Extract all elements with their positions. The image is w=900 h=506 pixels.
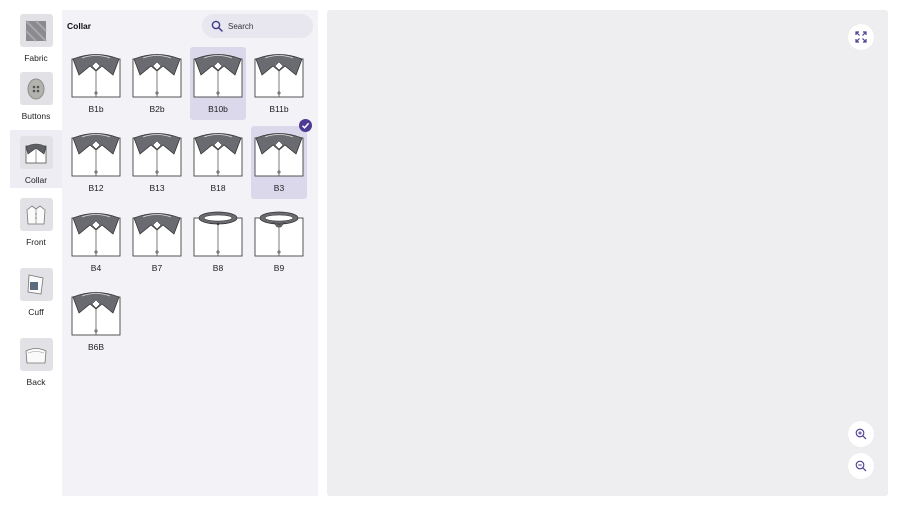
category-label: Cuff (28, 307, 44, 317)
collar-thumbnail (132, 54, 182, 98)
collar-option-b4[interactable]: B4 (68, 206, 124, 279)
collar-thumbnail (132, 213, 182, 257)
search-icon (211, 20, 223, 32)
collar-option-label: B18 (210, 183, 226, 193)
collar-option-b13[interactable]: B13 (129, 126, 185, 199)
preview-canvas[interactable] (327, 10, 888, 496)
collar-panel: Collar B1b B2b (62, 10, 318, 496)
collar-option-b10b[interactable]: B10b (190, 47, 246, 120)
collar-option-label: B2b (149, 104, 165, 114)
shirt-back-icon (19, 338, 53, 371)
collar-option-b8[interactable]: B8 (190, 206, 246, 279)
category-label: Collar (24, 175, 48, 185)
collar-thumbnail (254, 133, 304, 177)
collar-option-label: B3 (273, 183, 285, 193)
collar-option-b3[interactable]: B3 (251, 126, 307, 199)
collar-option-b18[interactable]: B18 (190, 126, 246, 199)
collar-option-b7[interactable]: B7 (129, 206, 185, 279)
category-label: Back (26, 377, 46, 387)
collar-option-label: B7 (151, 263, 163, 273)
zoom-out-button[interactable] (848, 453, 874, 479)
collar-thumbnail (71, 54, 121, 98)
fullscreen-button[interactable] (848, 24, 874, 50)
collar-option-b1b[interactable]: B1b (68, 47, 124, 120)
collar-option-label: B13 (149, 183, 165, 193)
collar-thumbnail (193, 54, 243, 98)
collar-thumbnail (254, 211, 304, 257)
category-nav: Fabric Buttons Collar Front Cuff Back (10, 8, 62, 498)
collar-option-label: B12 (88, 183, 104, 193)
collar-option-b11b[interactable]: B11b (251, 47, 307, 120)
category-label: Front (26, 237, 46, 247)
collar-option-b9[interactable]: B9 (251, 206, 307, 279)
collar-option-label: B9 (273, 263, 285, 273)
collar-option-label: B1b (88, 104, 104, 114)
collar-option-label: B4 (90, 263, 102, 273)
collar-option-label: B10b (208, 104, 228, 114)
collar-thumbnail (71, 213, 121, 257)
category-label: Fabric (24, 53, 48, 63)
collar-thumbnail (132, 133, 182, 177)
category-buttons[interactable]: Buttons (10, 66, 62, 130)
collar-thumbnail (71, 133, 121, 177)
search-input[interactable] (228, 21, 308, 31)
collar-option-label: B8 (212, 263, 224, 273)
button-icon (19, 72, 53, 105)
collar-option-b12[interactable]: B12 (68, 126, 124, 199)
collar-thumbnail (254, 54, 304, 98)
collar-thumbnail (71, 292, 121, 336)
shirt-front-icon (19, 198, 53, 231)
zoom-in-icon (855, 428, 867, 440)
collar-option-label: B11b (269, 104, 289, 114)
collar-option-label: B6B (87, 342, 105, 352)
collar-option-b6b[interactable]: B6B (68, 285, 124, 358)
category-label: Buttons (21, 111, 51, 121)
zoom-out-icon (855, 460, 867, 472)
expand-icon (855, 31, 867, 43)
collar-thumbnail (193, 211, 243, 257)
panel-title: Collar (67, 21, 92, 31)
category-back[interactable]: Back (10, 332, 62, 398)
fabric-swatch-icon (19, 14, 53, 47)
collar-thumbnail (193, 133, 243, 177)
category-front[interactable]: Front (10, 192, 62, 258)
collar-option-b2b[interactable]: B2b (129, 47, 185, 120)
zoom-in-button[interactable] (848, 421, 874, 447)
cuff-icon (19, 268, 53, 301)
selected-check-icon (299, 119, 312, 132)
category-cuff[interactable]: Cuff (10, 262, 62, 328)
category-collar[interactable]: Collar (10, 130, 62, 188)
search-box[interactable] (202, 14, 313, 38)
category-fabric[interactable]: Fabric (10, 8, 62, 70)
collar-icon (19, 136, 53, 169)
